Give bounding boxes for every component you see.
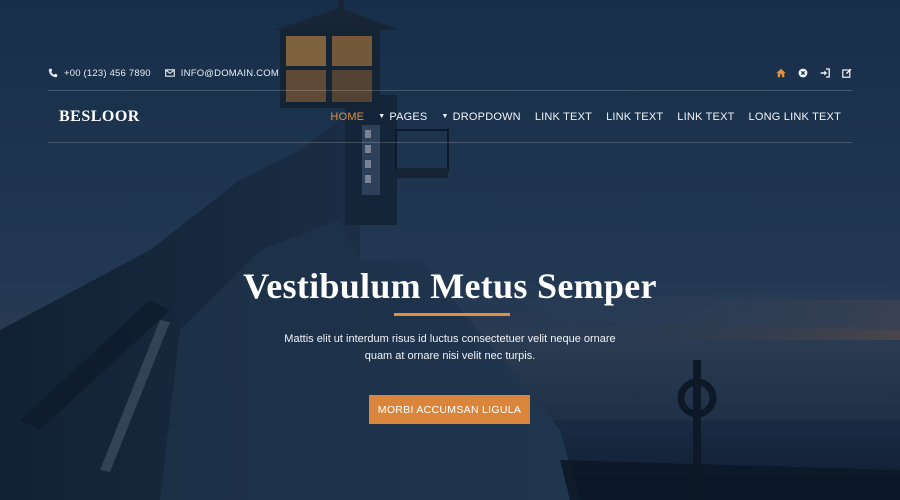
nav-item-dropdown[interactable]: ▼ DROPDOWN bbox=[441, 111, 520, 123]
sign-in-icon[interactable] bbox=[819, 68, 830, 79]
nav-item-long-link[interactable]: LONG LINK TEXT bbox=[749, 111, 841, 123]
nav-item-label: LONG LINK TEXT bbox=[748, 110, 841, 123]
nav-item-link-2[interactable]: LINK TEXT bbox=[606, 111, 663, 123]
nav-item-label: LINK TEXT bbox=[606, 110, 664, 123]
email-address: INFO@DOMAIN.COM bbox=[180, 67, 279, 79]
nav-item-link-3[interactable]: LINK TEXT bbox=[677, 111, 734, 123]
nav-item-link-1[interactable]: LINK TEXT bbox=[535, 111, 592, 123]
cta-button[interactable]: MORBI ACCUMSAN LIGULA bbox=[369, 395, 530, 424]
nav-menu: HOME ▼ PAGES ▼ DROPDOWN LINK TEXT LINK TEX… bbox=[330, 111, 841, 123]
hero-title: Vestibulum Metus Semper bbox=[243, 266, 657, 306]
nav-item-home[interactable]: HOME bbox=[330, 111, 364, 123]
top-bar: +00 (123) 456 7890 INFO@DOMAIN.COM bbox=[48, 64, 852, 82]
nav-item-label: LINK TEXT bbox=[534, 110, 593, 123]
contact-info: +00 (123) 456 7890 INFO@DOMAIN.COM bbox=[48, 68, 279, 79]
envelope-icon bbox=[164, 69, 175, 77]
close-icon[interactable] bbox=[797, 68, 808, 79]
nav-item-pages[interactable]: ▼ PAGES bbox=[378, 111, 427, 123]
main-navigation: BESLOOR HOME ▼ PAGES ▼ DROPDOWN LINK TEXT … bbox=[48, 91, 852, 142]
home-icon[interactable] bbox=[775, 68, 786, 79]
caret-down-icon: ▼ bbox=[378, 113, 386, 120]
nav-divider bbox=[48, 142, 852, 143]
title-underline bbox=[394, 313, 510, 316]
nav-item-label: DROPDOWN bbox=[452, 110, 521, 123]
site-logo[interactable]: BESLOOR bbox=[59, 108, 140, 126]
nav-item-label: PAGES bbox=[389, 110, 428, 123]
email-contact[interactable]: INFO@DOMAIN.COM bbox=[164, 67, 279, 79]
hero-description: Mattis elit ut interdum risus id luctus … bbox=[284, 333, 616, 362]
edit-icon[interactable] bbox=[841, 68, 852, 79]
nav-item-label: HOME bbox=[330, 110, 365, 123]
top-icons bbox=[775, 68, 852, 79]
phone-icon bbox=[48, 68, 58, 78]
caret-down-icon: ▼ bbox=[441, 113, 449, 120]
phone-number: +00 (123) 456 7890 bbox=[64, 67, 151, 79]
nav-item-label: LINK TEXT bbox=[677, 110, 735, 123]
phone-contact[interactable]: +00 (123) 456 7890 bbox=[48, 68, 151, 79]
